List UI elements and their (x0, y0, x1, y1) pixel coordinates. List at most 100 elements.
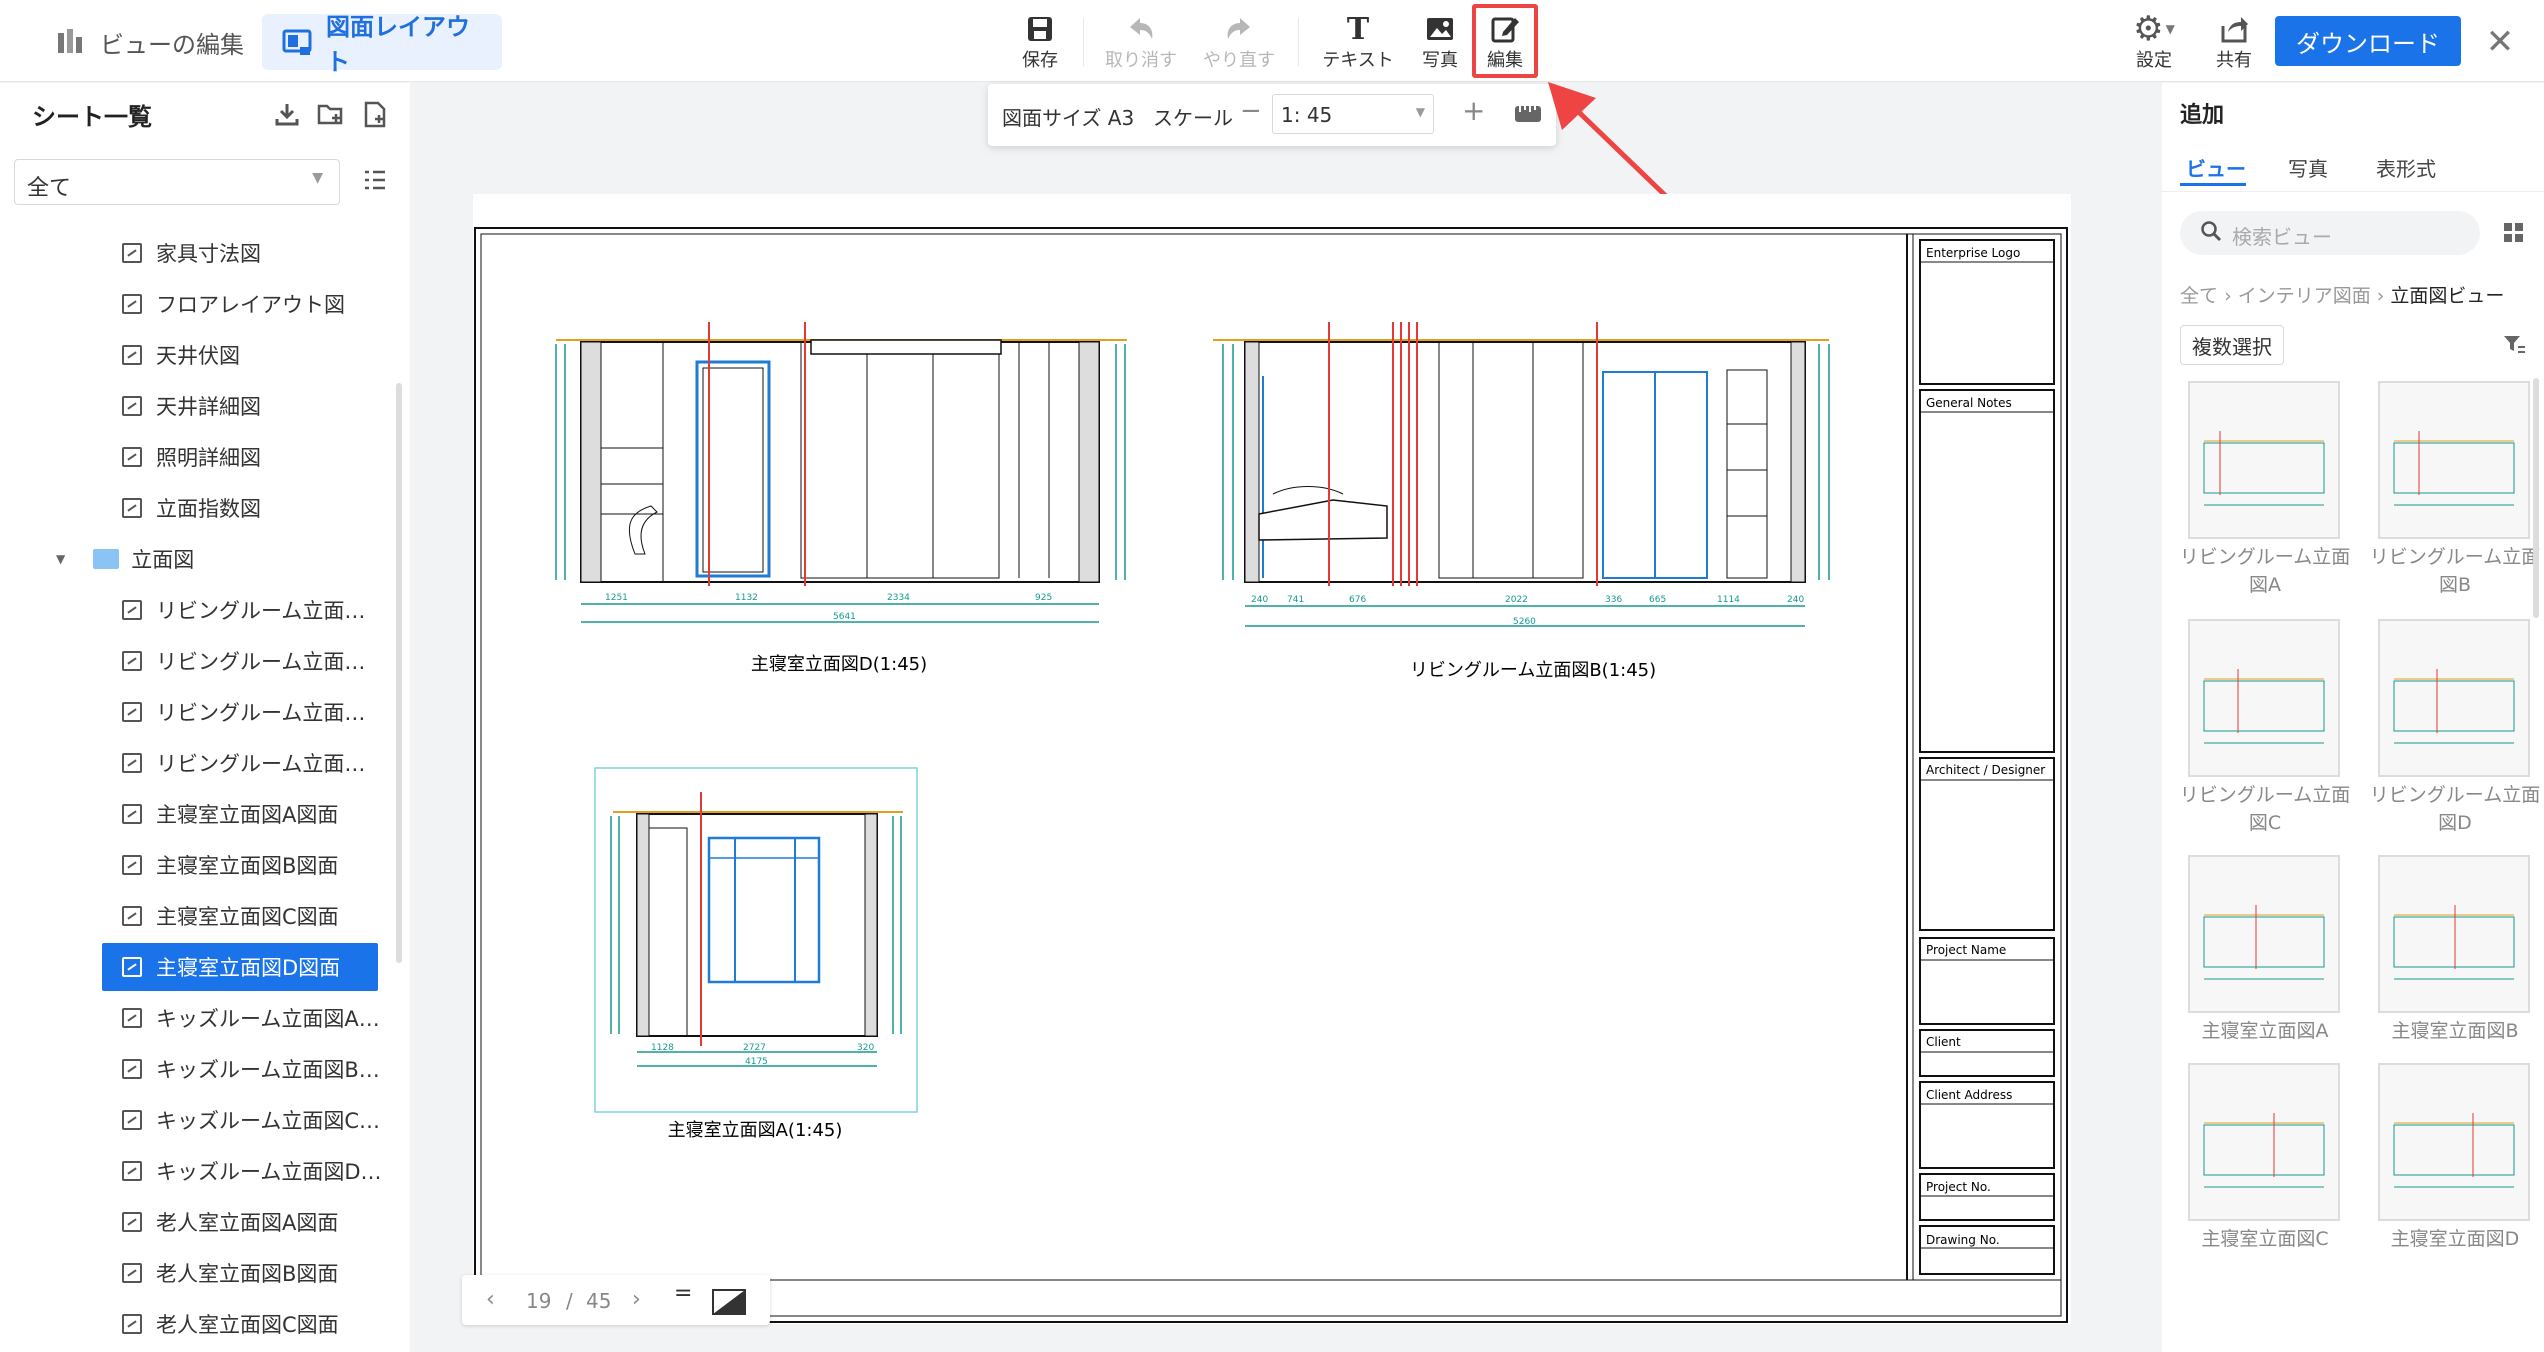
tab-active-indicator (2180, 183, 2246, 186)
dimension-text: 4175 (745, 1057, 768, 1067)
sheet-item-label: キッズルーム立面図B… (156, 1058, 380, 1082)
sheet-item[interactable]: 老人室立面図B図面 (122, 1249, 338, 1297)
view-thumbnail-preview (2203, 431, 2325, 506)
titleblock-drawing-no: Drawing No. (1926, 1233, 2000, 1247)
redo-label: やり直す (1203, 50, 1275, 71)
sheet-item[interactable]: キッズルーム立面図B… (122, 1045, 380, 1093)
sheet-filter-select[interactable]: 全て ▼ (14, 159, 340, 205)
close-icon[interactable]: ✕ (2478, 20, 2522, 64)
chevron-right-icon[interactable]: › (632, 1287, 641, 1312)
sheet-item[interactable]: 主寝室立面図C図面 (122, 892, 339, 940)
sheet-item-label: リビングルーム立面… (156, 701, 366, 725)
view-thumbnail-preview (2393, 431, 2515, 506)
settings-button[interactable]: ⚙ ▼ 設定 (2114, 9, 2194, 72)
edit-highlight-box (1472, 4, 1538, 78)
bed (1258, 499, 1388, 541)
sheet-item[interactable]: 立面指数図 (122, 484, 261, 532)
sheet-filter-value: 全て (27, 176, 72, 201)
sheet-item[interactable]: 照明詳細図 (122, 433, 261, 481)
sheet-item[interactable]: フロアレイアウト図 (122, 280, 345, 328)
paper-size-label[interactable]: 図面サイズ A3 (1002, 102, 1134, 131)
sheet-item[interactable]: 主寝室立面図A図面 (122, 790, 338, 838)
view-search-input[interactable]: 検索ビュー (2180, 211, 2480, 255)
ruler-icon[interactable] (1514, 100, 1542, 131)
sheet-item-label: 立面指数図 (156, 497, 261, 521)
tab-views[interactable]: ビュー (2186, 153, 2246, 182)
view-thumbnail-label: 主寝室立面図B (2391, 1020, 2519, 1042)
view-thumbnail[interactable] (2378, 619, 2530, 777)
view-thumbnail-preview (2393, 905, 2515, 980)
sheet-item[interactable]: 天井詳細図 (122, 382, 261, 430)
breadcrumb-item[interactable]: 全て (2180, 285, 2218, 307)
download-button[interactable]: ダウンロード (2275, 16, 2461, 66)
scale-decrease-button[interactable]: − (1240, 96, 1262, 126)
view-thumbnail[interactable] (2188, 855, 2340, 1013)
multi-select-button[interactable]: 複数選択 (2180, 325, 2284, 365)
sheet-item[interactable]: リビングルーム立面… (122, 688, 365, 736)
sheet-item[interactable]: 老人室立面図C図面 (122, 1300, 339, 1348)
scale-input[interactable]: 1: 45 ▼ (1272, 94, 1434, 134)
breadcrumb-item[interactable]: インテリア図面 (2238, 285, 2371, 307)
sheet-folder-label: 立面図 (131, 548, 195, 572)
view-thumbnail-preview (2203, 905, 2325, 980)
wall-section (864, 813, 878, 1037)
save-button[interactable]: 保存 (1000, 12, 1080, 72)
sheet-item-selected[interactable]: 主寝室立面図D図面 (102, 943, 378, 991)
drawing-sheet[interactable]: Enterprise Logo General Notes Architect … (473, 194, 2071, 1324)
pillow (1272, 486, 1344, 495)
dimension-text: 1128 (651, 1043, 674, 1053)
dimension-text: 240 (1787, 595, 1804, 605)
view-thumbnail-preview (2393, 1113, 2515, 1188)
sheet-item-label: 主寝室立面図A図面 (156, 803, 339, 827)
list-icon[interactable] (360, 167, 390, 197)
sheet-item[interactable]: 天井伏図 (122, 331, 240, 379)
sheet-item[interactable]: リビングルーム立面… (122, 586, 365, 634)
dimension-text: 2022 (1505, 595, 1528, 605)
sheet-thumbnail-icon[interactable] (712, 1289, 746, 1320)
view-thumbnail[interactable] (2188, 381, 2340, 539)
sheet-item[interactable]: 主寝室立面図B図面 (122, 841, 338, 889)
sheet-item-label: 老人室立面図A図面 (156, 1211, 339, 1235)
tab-tables[interactable]: 表形式 (2376, 153, 2436, 182)
sheet-folder[interactable]: ▼ 立面図 (56, 535, 194, 583)
sheet-list-panel: シート一覧 全て ▼ 家具寸法図 フロアレイアウト図 天井伏図 天井詳細図 照明詳細図立… (0, 83, 410, 1352)
search-icon (2200, 220, 2222, 247)
wall-section (1078, 341, 1100, 583)
sheet-item[interactable]: リビングルーム立面… (122, 637, 365, 685)
share-button[interactable]: 共有 (2194, 12, 2274, 72)
sheet-item[interactable]: 家具寸法図 (122, 229, 261, 277)
view-thumbnail[interactable] (2378, 1063, 2530, 1221)
mode-layout-button[interactable]: 図面レイアウト (262, 13, 502, 76)
sheet-item[interactable]: 老人室立面図A図面 (122, 1198, 338, 1246)
new-file-icon[interactable] (360, 101, 390, 131)
chevron-left-icon[interactable]: ‹ (486, 1287, 495, 1312)
tab-photos[interactable]: 写真 (2288, 153, 2328, 182)
door-panel (702, 367, 764, 573)
view-thumbnail[interactable] (2188, 619, 2340, 777)
sheet-item[interactable]: キッズルーム立面図D… (122, 1147, 382, 1195)
grid-icon[interactable] (2502, 221, 2526, 249)
sheet-file-icon (122, 1263, 142, 1283)
undo-button[interactable]: 取り消す (1100, 12, 1182, 72)
sheet-item[interactable]: キッズルーム立面図C… (122, 1096, 380, 1144)
filter-icon[interactable] (2502, 333, 2526, 359)
text-button[interactable]: T テキスト (1318, 12, 1398, 72)
sheet-list-scrollbar[interactable] (396, 383, 402, 963)
sheet-item[interactable]: キッズルーム立面図A… (122, 994, 380, 1042)
dimension-text: 336 (1605, 595, 1622, 605)
dimension-text: 2334 (887, 593, 910, 603)
add-panel-scrollbar[interactable] (2533, 378, 2539, 618)
mode-edit-view-button[interactable]: ビューの編集 (36, 14, 264, 70)
redo-button[interactable]: やり直す (1198, 12, 1280, 72)
settings-label: 設定 (2136, 50, 2172, 71)
view-thumbnail[interactable] (2378, 381, 2530, 539)
cabinet (1438, 341, 1584, 579)
dimension-text: 5641 (833, 612, 856, 622)
view-thumbnail[interactable] (2378, 855, 2530, 1013)
sheet-item[interactable]: リビングルーム立面… (122, 739, 365, 787)
equals-icon[interactable]: = (674, 1281, 692, 1306)
download-icon[interactable] (272, 101, 302, 131)
scale-increase-button[interactable]: + (1462, 94, 1485, 127)
view-thumbnail[interactable] (2188, 1063, 2340, 1221)
new-folder-icon[interactable] (316, 101, 346, 131)
